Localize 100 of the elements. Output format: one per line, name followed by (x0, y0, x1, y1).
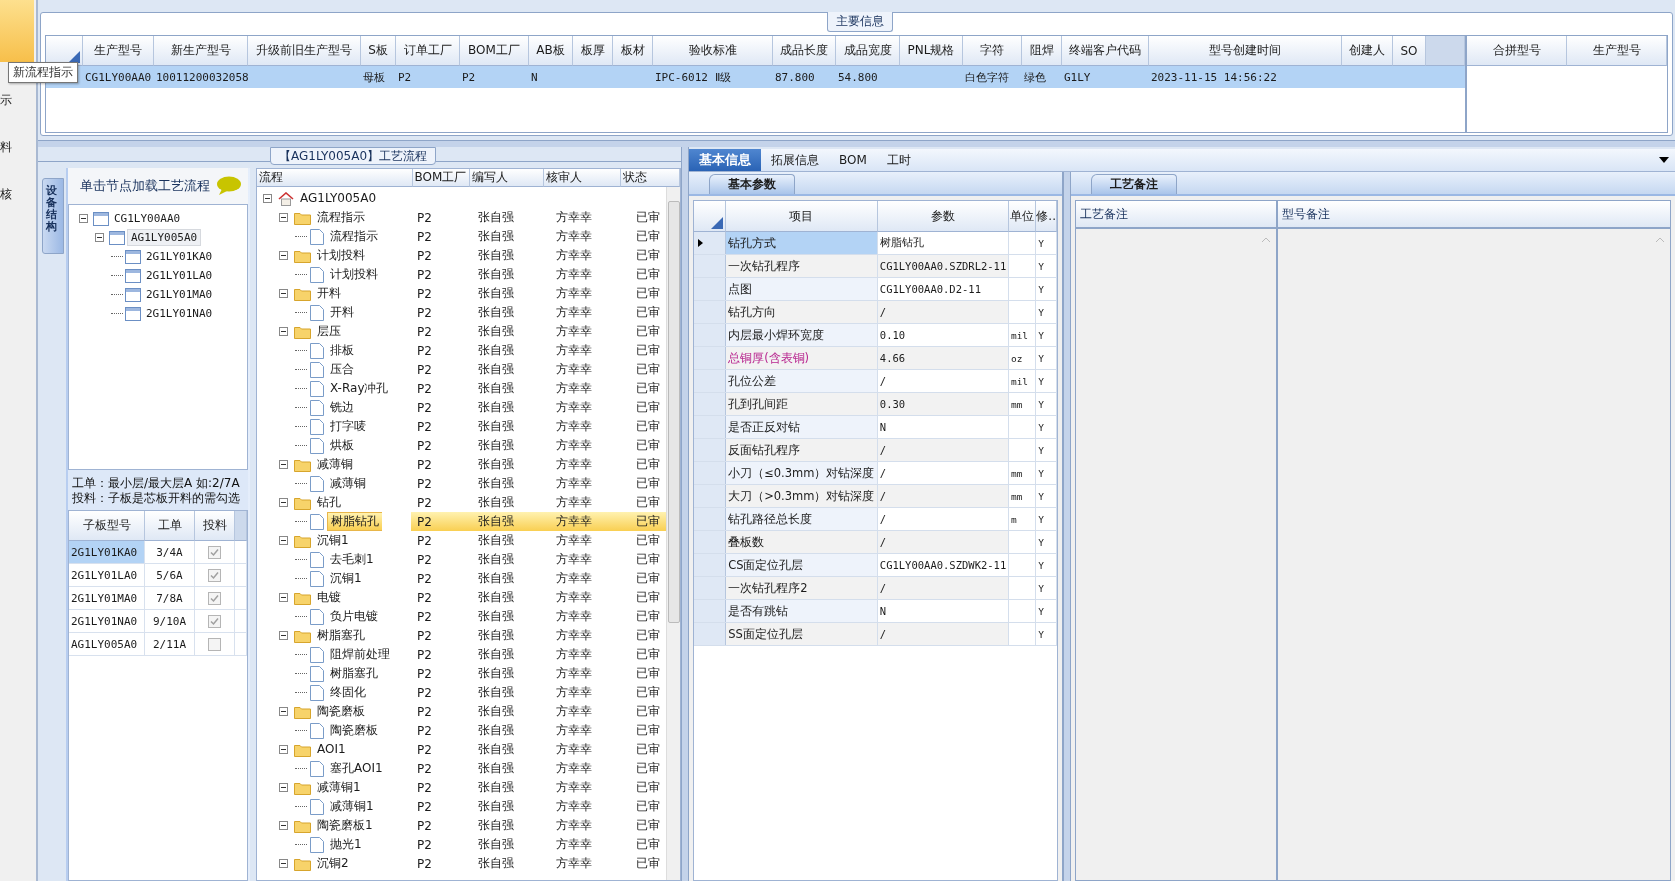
tree-node[interactable]: AG1LY005A0 (297, 190, 380, 207)
column-header[interactable]: 成品宽度 (836, 36, 900, 66)
expander-icon[interactable] (79, 214, 88, 223)
expander-icon[interactable] (279, 631, 288, 640)
table-cell[interactable]: 2G1LY01LA0 (69, 564, 145, 586)
tree-node[interactable]: 层压 (314, 323, 344, 340)
expander-icon[interactable] (279, 707, 288, 716)
tree-node[interactable]: 负片电镀 (327, 608, 381, 625)
column-header[interactable]: 生产型号 (1567, 36, 1667, 66)
expander-icon[interactable] (279, 783, 288, 792)
table-row[interactable]: 2G1LY01KA0 3/4A (69, 541, 247, 564)
column-header[interactable]: AB板 (529, 36, 573, 66)
tree-node[interactable]: CG1LY00AA0 (111, 211, 184, 226)
column-header[interactable]: 工单 (145, 511, 195, 541)
tab[interactable]: 基本参数 (709, 174, 795, 194)
column-header[interactable]: 阻焊 (1022, 36, 1062, 66)
column-header[interactable]: 投料 (195, 511, 235, 541)
column-header[interactable]: 订单工厂 (396, 36, 460, 66)
tab[interactable]: 工艺备注 (1091, 174, 1177, 194)
column-header[interactable]: 型号创建时间 (1149, 36, 1342, 66)
column-header[interactable]: 终端客户代码 (1062, 36, 1149, 66)
table-row[interactable]: 2G1LY01LA0 5/6A (69, 564, 247, 587)
tree-node[interactable]: 树脂塞孔 (327, 665, 381, 682)
dropdown-arrow-icon[interactable] (1659, 157, 1669, 163)
tree-node[interactable]: 打字唛 (327, 418, 369, 435)
tab[interactable]: BOM (829, 149, 877, 171)
tree-node[interactable]: AG1LY005A0 (127, 229, 202, 246)
column-header[interactable]: 修.. (1036, 201, 1057, 232)
column-header[interactable]: 成品长度 (773, 36, 836, 66)
tree-node[interactable]: 烘板 (327, 437, 357, 454)
column-header[interactable]: 子板型号 (69, 511, 145, 541)
nav-item[interactable]: 料 (0, 139, 12, 156)
column-header[interactable]: 升级前旧生产型号 (248, 36, 361, 66)
tree-node[interactable]: 减薄铜1 (314, 779, 364, 796)
tree-node[interactable]: 2G1LY01NA0 (143, 306, 216, 321)
row-header[interactable] (694, 232, 727, 254)
vertical-tab[interactable]: 设备结构 (42, 178, 64, 254)
tree-node[interactable]: 去毛刺1 (327, 551, 377, 568)
tree-node[interactable]: 终固化 (327, 684, 369, 701)
column-header[interactable]: 编写人 (469, 169, 545, 187)
column-header[interactable]: S板 (361, 36, 396, 66)
expander-icon[interactable] (279, 536, 288, 545)
expander-icon[interactable] (279, 213, 288, 222)
column-header[interactable]: 单位 (1009, 201, 1037, 232)
tree-node[interactable]: 2G1LY01KA0 (143, 249, 216, 264)
expander-icon[interactable] (95, 233, 104, 242)
table-row[interactable]: 2G1LY01NA0 9/10A (69, 610, 247, 633)
column-header[interactable]: 参数 (877, 201, 1010, 232)
tree-node[interactable]: 塞孔AOI1 (327, 760, 386, 777)
expander-icon[interactable] (279, 821, 288, 830)
column-header[interactable]: 板厚 (573, 36, 613, 66)
expander-icon[interactable] (279, 593, 288, 602)
tab[interactable]: 工时 (876, 149, 921, 171)
expander-icon[interactable] (279, 289, 288, 298)
tree-node[interactable]: AOI1 (314, 741, 349, 758)
column-header[interactable]: BOM工厂 (460, 36, 529, 66)
tab[interactable]: 拓展信息 (761, 149, 829, 171)
tree-node[interactable]: 2G1LY01LA0 (143, 268, 216, 283)
column-header[interactable]: 字符 (963, 36, 1022, 66)
tree-node[interactable]: 2G1LY01MA0 (143, 287, 216, 302)
checkbox[interactable] (208, 637, 221, 651)
tree-node[interactable]: 流程指示 (314, 209, 368, 226)
column-header[interactable]: 项目 (725, 201, 878, 232)
column-header[interactable]: 核审人 (544, 169, 621, 187)
tree-node[interactable]: 计划投料 (327, 266, 381, 283)
tree-node[interactable]: 陶瓷磨板1 (314, 817, 376, 834)
tree-node[interactable]: 减薄铜 (314, 456, 356, 473)
expander-icon[interactable] (279, 327, 288, 336)
tree-node[interactable]: 阻焊前处理 (327, 646, 393, 663)
tree-node[interactable]: 沉铜1 (327, 570, 365, 587)
nav-button[interactable] (0, 0, 34, 62)
tree-node[interactable]: 开料 (314, 285, 344, 302)
tree-node[interactable]: 沉铜2 (314, 855, 352, 872)
tree-node[interactable]: 压合 (327, 361, 357, 378)
tree-node[interactable]: 树脂钻孔 (327, 512, 382, 531)
tree-node[interactable]: 减薄铜1 (327, 798, 377, 815)
table-cell[interactable]: 2G1LY01MA0 (69, 587, 145, 609)
tree-node[interactable]: 钻孔 (314, 494, 344, 511)
expander-icon[interactable] (279, 745, 288, 754)
table-cell[interactable]: AG1LY005A0 (69, 633, 145, 655)
tree-node[interactable]: 开料 (327, 304, 357, 321)
tree-node[interactable]: 铣边 (327, 399, 357, 416)
column-header[interactable]: SO (1393, 36, 1426, 66)
scroll-up-icon[interactable] (1656, 237, 1664, 242)
table-row[interactable]: 2G1LY01MA0 7/8A (69, 587, 247, 610)
column-header[interactable]: 创建人 (1342, 36, 1393, 66)
table-cell[interactable]: 2G1LY01NA0 (69, 610, 145, 632)
tree-node[interactable]: 流程指示 (327, 228, 381, 245)
expander-icon[interactable] (279, 859, 288, 868)
tree-node[interactable]: 抛光1 (327, 836, 365, 853)
table-row[interactable]: AG1LY005A0 2/11A (69, 633, 247, 656)
checkbox[interactable] (208, 545, 221, 559)
column-header[interactable]: BOM工厂 (412, 169, 470, 187)
checkbox[interactable] (208, 591, 221, 605)
scroll-up-icon[interactable] (1262, 237, 1270, 242)
tree-node[interactable]: 排板 (327, 342, 357, 359)
column-header[interactable]: 生产型号 (83, 36, 154, 66)
column-header[interactable]: 板材 (613, 36, 653, 66)
column-header[interactable]: 验收标准 (653, 36, 773, 66)
tree-node[interactable]: 沉铜1 (314, 532, 352, 549)
